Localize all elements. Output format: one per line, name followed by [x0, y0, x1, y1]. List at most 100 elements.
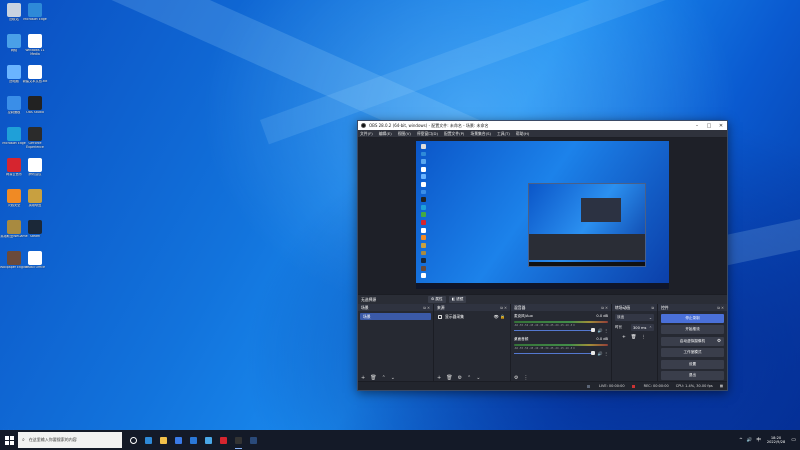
desktop-icon-label: 新建文本文档.txt [22, 80, 48, 83]
obs-icon [28, 96, 42, 110]
volume-icon[interactable]: 🔊 [747, 438, 753, 443]
notification-icon[interactable]: ▭ [791, 437, 796, 443]
clock[interactable]: 18:20 2022/9/28 [767, 436, 785, 445]
taskbar-app-mail[interactable] [186, 430, 201, 450]
desktop-icon[interactable]: GeForce Experience [21, 127, 49, 150]
maximize-button[interactable]: □ [703, 123, 715, 129]
obs-window[interactable]: OBS 28.0.2 (64-bit, windows) - 配置文件: 未命名… [357, 120, 728, 391]
gear-icon[interactable]: ⚙ [717, 339, 721, 344]
dock-controls-icon: ⧉ ✕ [423, 305, 430, 310]
duration-input[interactable]: 300 ms ⌃ [631, 324, 654, 331]
scenes-dock: 场景 ⧉ ✕ 场景 + 🗑 ⌃ ⌄ [358, 304, 434, 382]
controls-dock: 控件 ⧉ ✕ 停止录制 开始推流 启动虚拟摄像机 ⚙ 工作室模式 设置 退出 [658, 304, 727, 382]
minimize-button[interactable]: – [691, 123, 703, 129]
desktop-icon[interactable]: 英雄联盟 [21, 189, 49, 208]
no-source-selected-label: 无选择源 [361, 296, 377, 302]
preview-canvas[interactable] [416, 141, 669, 289]
steam-icon [28, 220, 42, 234]
meter-ticks: -60 -55 -50 -45 -40 -35 -30 -25 -20 -15 … [514, 347, 575, 350]
taskbar: ⌕ 在这里输入你要搜索的内容 ^ 🔊 中 18:20 2022/9/28 ▭ [0, 430, 800, 450]
taskbar-app-photos[interactable] [201, 430, 216, 450]
live-status: LIVE: 00:00:00 [587, 384, 625, 388]
speaker-icon[interactable]: 🔊 ⋮ [598, 328, 608, 333]
taskbar-app-file-explorer[interactable] [156, 430, 171, 450]
desktop-icon[interactable]: 腾讯会议 [21, 158, 49, 177]
settings-button[interactable]: 设置 [661, 359, 724, 369]
input-method-icon[interactable]: 中 [756, 437, 761, 443]
mixer-channel-desktop: 桌面音频 0.0 dB -60 -55 -50 -45 -40 -35 -30 -… [514, 337, 608, 356]
menu-scene-collection[interactable]: 场景集合(S) [470, 131, 491, 137]
computer-icon [7, 65, 21, 79]
desktop-icon-label: GeForce Experience [26, 142, 44, 149]
speaker-icon[interactable]: 🔊 ⋮ [598, 351, 608, 356]
volume-meter [514, 343, 608, 346]
studio-mode-button[interactable]: 工作室模式 [661, 348, 724, 357]
search-placeholder: 在这里输入你要搜索的内容 [28, 437, 77, 442]
game-icon [7, 220, 21, 234]
edge-icon [28, 3, 42, 17]
menu-dots-icon[interactable]: ⋮ [642, 335, 647, 340]
dock-controls-icon: ⧉ [651, 305, 654, 310]
stop-recording-button[interactable]: 停止录制 [661, 313, 724, 323]
source-list-item[interactable]: 显示器采集 👁 🔒 [436, 313, 508, 320]
file-explorer-icon [160, 436, 167, 444]
slider-knob[interactable] [590, 328, 595, 333]
slider-knob[interactable] [590, 351, 595, 356]
document-icon [28, 34, 42, 48]
desktop-icon[interactable]: Steam [21, 220, 49, 239]
taskbar-app-obs[interactable] [231, 430, 246, 450]
desktop-icon[interactable]: 新建文本文档.txt [21, 65, 49, 84]
taskbar-search[interactable]: ⌕ 在这里输入你要搜索的内容 [18, 432, 122, 448]
menu-profile[interactable]: 配置文件(P) [444, 131, 464, 137]
desktop-icon[interactable]: Microsoft Edge [21, 3, 49, 22]
desktop-icon[interactable]: Windows 11 Media [21, 34, 49, 57]
desktop-icon[interactable]: Install Office [21, 251, 49, 270]
cpu-status: CPU: 1.4%, 30.00 fps [675, 384, 713, 388]
obs-icon [235, 436, 242, 444]
trash-icon[interactable]: 🗑 [631, 335, 637, 340]
menu-file[interactable]: 文件(F) [360, 131, 373, 137]
taskbar-app-task-view[interactable] [126, 430, 141, 450]
taskbar-app-edge[interactable] [141, 430, 156, 450]
transitions-dock: 转场动画 ⧉ 淡出 ⌄ 时长 300 ms ⌃ + 🗑 ⋮ [612, 304, 658, 382]
start-button[interactable] [0, 430, 18, 450]
network-icon [7, 34, 21, 48]
taskbar-app-music[interactable] [216, 430, 231, 450]
preview-taskbar [416, 283, 669, 289]
shield-icon [7, 189, 21, 203]
dock-row: 场景 ⧉ ✕ 场景 + 🗑 ⌃ ⌄ 来源 ⧉ ✕ 显示器采集 👁 🔒 + 🗑 ⚙… [358, 304, 727, 382]
system-tray: ^ 🔊 中 18:20 2022/9/28 ▭ [735, 436, 800, 445]
desktop-icon-label: OBS Studio [26, 111, 44, 114]
desktop-icon-label: Steam [29, 235, 41, 238]
taskbar-app-store[interactable] [171, 430, 186, 450]
menu-help[interactable]: 帮助(H) [516, 131, 529, 137]
desktop-icon-label: 英雄联盟 [28, 204, 42, 207]
close-button[interactable]: ✕ [715, 123, 727, 129]
recycle-bin-icon [7, 3, 21, 17]
obs-icon [361, 123, 366, 128]
rec-status: REC: 00:00:00 [631, 384, 669, 388]
volume-slider[interactable] [514, 351, 595, 356]
filters-button[interactable]: ◧ 滤镜 [448, 296, 467, 303]
menu-docks[interactable]: 停靠窗口(D) [417, 131, 438, 137]
exit-button[interactable]: 退出 [661, 371, 724, 380]
transition-type-select[interactable]: 淡出 ⌄ [615, 314, 654, 321]
taskbar-app-steam[interactable] [246, 430, 261, 450]
volume-slider[interactable] [514, 328, 595, 333]
obs-titlebar[interactable]: OBS 28.0.2 (64-bit, windows) - 配置文件: 未命名… [358, 121, 727, 130]
add-icon[interactable]: + [622, 335, 626, 340]
visibility-eye-icon[interactable]: 👁 🔒 [494, 314, 505, 319]
start-streaming-button[interactable]: 开始推流 [661, 325, 724, 334]
menu-tools[interactable]: 工具(T) [497, 131, 510, 137]
scene-list-item[interactable]: 场景 [360, 313, 431, 320]
properties-button[interactable]: ⚙ 属性 [428, 296, 446, 303]
menu-edit[interactable]: 编辑(E) [379, 131, 392, 137]
virtual-camera-button[interactable]: 启动虚拟摄像机 ⚙ [661, 336, 724, 346]
menu-view[interactable]: 视图(V) [398, 131, 411, 137]
tray-overflow-icon[interactable]: ^ [739, 438, 743, 443]
preview-area[interactable] [358, 138, 727, 294]
source-toolbar: 无选择源 ⚙ 属性 ◧ 滤镜 [358, 294, 727, 304]
resize-grip-icon[interactable]: ▦ [720, 384, 723, 388]
desktop-icon[interactable]: OBS Studio [21, 96, 49, 115]
edge-icon [145, 436, 152, 444]
